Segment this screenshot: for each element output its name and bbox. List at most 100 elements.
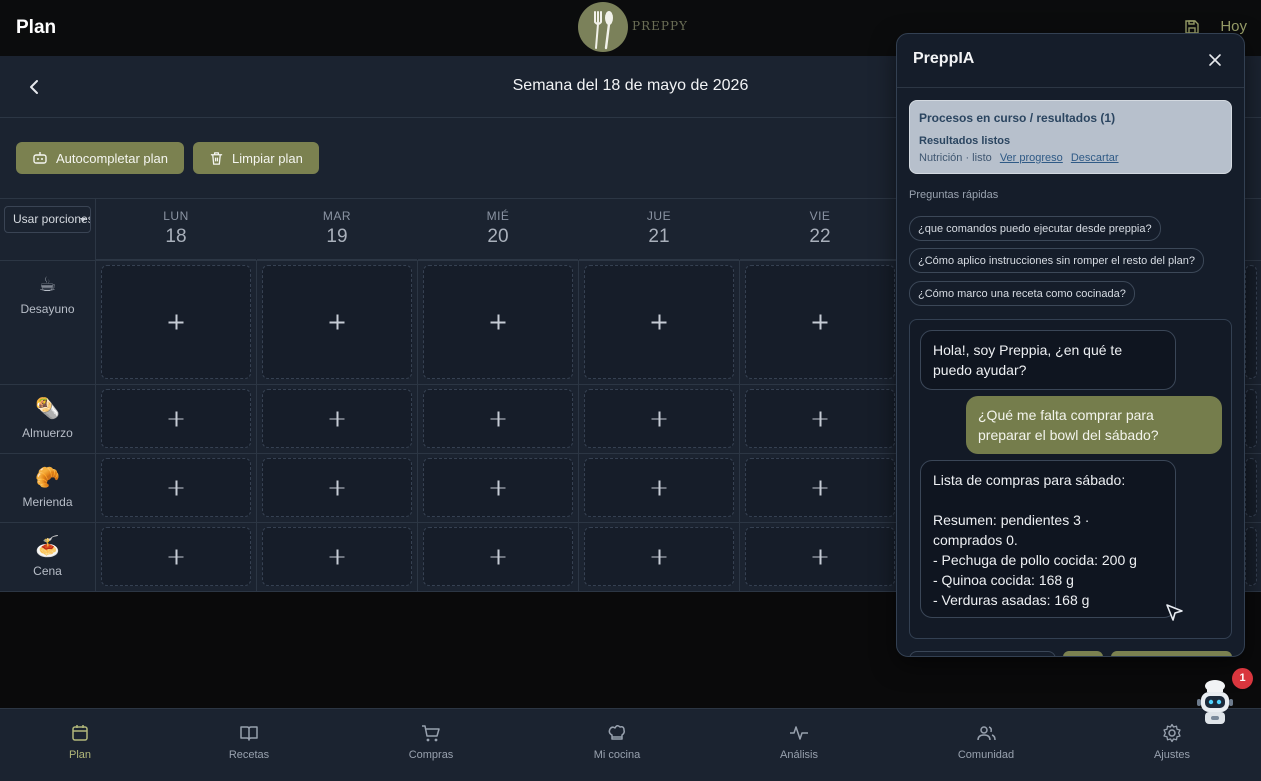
message-line: - Pechuga de pollo cocida: 200 g	[933, 552, 1137, 568]
robot-icon	[33, 152, 47, 164]
chat-title: PreppIA	[913, 50, 975, 67]
nav-label: Compras	[408, 749, 454, 761]
add-meal-cell[interactable]	[1245, 458, 1257, 517]
add-meal-cell[interactable]	[584, 265, 734, 379]
nav-item-analisis[interactable]: Análisis	[749, 723, 849, 761]
plus-icon	[329, 411, 345, 426]
add-meal-cell[interactable]	[101, 265, 251, 379]
add-meal-cell[interactable]	[584, 527, 734, 586]
nav-label: Análisis	[780, 749, 818, 761]
nav-item-comunidad[interactable]: Comunidad	[936, 723, 1036, 761]
plus-icon	[168, 549, 184, 564]
add-meal-cell[interactable]	[745, 389, 895, 448]
plus-icon	[651, 411, 667, 426]
burrito-icon: 🌯	[35, 396, 60, 420]
nav-label: Recetas	[228, 749, 270, 761]
day-name: LUN	[163, 209, 189, 223]
add-meal-cell[interactable]	[262, 389, 412, 448]
plus-icon	[651, 549, 667, 564]
process-title: Procesos en curso / resultados (1)	[919, 111, 1116, 125]
meal-label-almuerzo: 🌯 Almuerzo	[0, 396, 95, 440]
plus-icon	[490, 549, 506, 564]
day-header: JUE 21	[579, 199, 739, 260]
chat-input-field[interactable]	[909, 651, 1056, 656]
message-line: preparar el bowl del sábado?	[978, 427, 1159, 443]
nav-label: Mi cocina	[593, 749, 641, 761]
preppia-chat-panel: PreppIA Procesos en curso / resultados (…	[896, 33, 1245, 657]
day-number: 21	[648, 226, 670, 247]
plus-icon	[168, 411, 184, 426]
day-name: MIÉ	[486, 209, 510, 223]
add-meal-cell[interactable]	[423, 265, 573, 379]
meal-name: Desayuno	[20, 302, 75, 316]
day-number: 19	[326, 226, 348, 247]
add-meal-cell[interactable]	[745, 458, 895, 517]
add-meal-cell[interactable]	[101, 389, 251, 448]
quick-question-chip[interactable]: ¿Cómo marco una receta como cocinada?	[909, 281, 1135, 306]
add-meal-cell[interactable]	[423, 458, 573, 517]
add-meal-cell[interactable]	[584, 458, 734, 517]
add-meal-cell[interactable]	[101, 527, 251, 586]
add-meal-cell[interactable]	[745, 265, 895, 379]
conversation-area: Hola!, soy Preppia, ¿en qué te puedo ayu…	[909, 319, 1232, 639]
autofill-plan-button[interactable]: Autocompletar plan	[16, 142, 185, 174]
add-meal-cell[interactable]	[262, 458, 412, 517]
assistant-fab-button[interactable]	[1190, 678, 1240, 730]
quick-question-chip[interactable]: ¿que comandos puedo ejecutar desde prepp…	[909, 216, 1161, 241]
nav-item-compras[interactable]: Compras	[381, 723, 481, 761]
process-meta-row: Nutrición · listo Ver progreso Descartar	[919, 152, 1119, 164]
quick-question-chip[interactable]: ¿Cómo aplico instrucciones sin romper el…	[909, 248, 1204, 273]
column-divider	[739, 260, 740, 592]
chat-input-row	[909, 651, 1232, 656]
add-meal-cell[interactable]	[745, 527, 895, 586]
plus-icon	[651, 314, 667, 330]
dismiss-link[interactable]: Descartar	[1071, 152, 1119, 164]
plus-icon	[812, 480, 828, 495]
add-meal-cell[interactable]	[262, 265, 412, 379]
add-meal-cell[interactable]	[1245, 389, 1257, 448]
clear-plan-button[interactable]: Limpiar plan	[193, 142, 319, 174]
message-line: comprados 0.	[933, 532, 1018, 548]
meal-name: Merienda	[22, 495, 73, 509]
plus-icon	[812, 549, 828, 564]
add-meal-cell[interactable]	[423, 389, 573, 448]
message-line: puedo ayudar?	[933, 362, 1027, 378]
add-meal-cell[interactable]	[1245, 527, 1257, 586]
portion-mode-select[interactable]: Usar porciones	[4, 206, 91, 233]
day-header: MAR 19	[257, 199, 417, 260]
day-number: 18	[165, 226, 187, 247]
close-icon[interactable]	[1208, 53, 1222, 67]
view-progress-link[interactable]: Ver progreso	[1000, 152, 1063, 164]
process-meta: Nutrición · listo	[919, 152, 992, 164]
plus-icon	[651, 480, 667, 495]
plus-icon	[812, 314, 828, 330]
book-icon	[240, 726, 258, 741]
gear-icon	[1163, 723, 1181, 743]
day-number: 22	[809, 226, 831, 247]
add-meal-cell[interactable]	[262, 527, 412, 586]
column-divider	[256, 260, 257, 592]
nav-item-recetas[interactable]: Recetas	[199, 723, 299, 761]
chat-header: PreppIA	[897, 34, 1244, 88]
notification-badge: 1	[1232, 668, 1253, 689]
add-meal-cell[interactable]	[1245, 265, 1257, 379]
add-meal-cell[interactable]	[101, 458, 251, 517]
meal-name: Cena	[33, 564, 62, 578]
add-meal-cell[interactable]	[584, 389, 734, 448]
message-line: Lista de compras para sábado:	[933, 472, 1126, 488]
send-button[interactable]	[1111, 651, 1232, 656]
nav-item-mi-cocina[interactable]: Mi cocina	[567, 723, 667, 761]
day-header: MIÉ 20	[418, 199, 578, 260]
cart-icon	[422, 725, 440, 742]
chef-hat-icon	[608, 724, 625, 740]
users-icon	[977, 726, 996, 741]
plus-icon	[490, 480, 506, 495]
plus-icon	[168, 314, 184, 330]
add-meal-cell[interactable]	[423, 527, 573, 586]
process-status-card: Procesos en curso / resultados (1) Resul…	[909, 100, 1232, 174]
calendar-icon	[72, 725, 88, 741]
mic-button[interactable]	[1063, 651, 1103, 656]
nav-item-plan[interactable]: Plan	[30, 723, 130, 761]
day-name: JUE	[646, 209, 672, 223]
clear-plan-label: Limpiar plan	[232, 150, 303, 166]
